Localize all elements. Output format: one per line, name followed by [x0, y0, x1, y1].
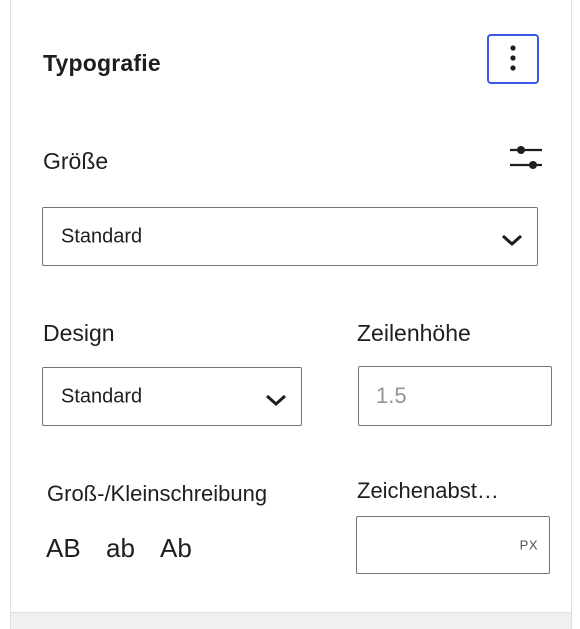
font-size-label: Größe: [43, 148, 109, 174]
design-select-value: Standard: [61, 385, 143, 407]
chevron-down-icon: [501, 230, 523, 246]
sliders-icon[interactable]: [508, 141, 544, 175]
typography-options-button[interactable]: [487, 34, 539, 84]
line-height-input[interactable]: 1.5: [358, 366, 552, 426]
unit-label: PX: [519, 537, 538, 553]
uppercase-button[interactable]: AB: [46, 533, 81, 564]
panel-title: Typografie: [43, 50, 161, 76]
font-size-select[interactable]: Standard: [42, 207, 538, 266]
letter-case-label: Groß-/Kleinschreibung: [47, 481, 268, 506]
design-select[interactable]: Standard: [42, 367, 302, 426]
capitalize-button[interactable]: Ab: [160, 533, 192, 564]
letter-spacing-label: Zeichenabst…: [357, 478, 499, 503]
lowercase-button[interactable]: ab: [106, 533, 135, 564]
design-label: Design: [43, 320, 115, 346]
chevron-down-icon: [265, 390, 287, 406]
line-height-placeholder: 1.5: [376, 383, 407, 408]
letter-spacing-input[interactable]: PX: [356, 516, 550, 574]
font-size-select-value: Standard: [61, 225, 143, 247]
next-panel-edge: [10, 612, 572, 629]
line-height-label: Zeilenhöhe: [357, 320, 471, 346]
vertical-ellipsis-icon: [510, 44, 516, 74]
